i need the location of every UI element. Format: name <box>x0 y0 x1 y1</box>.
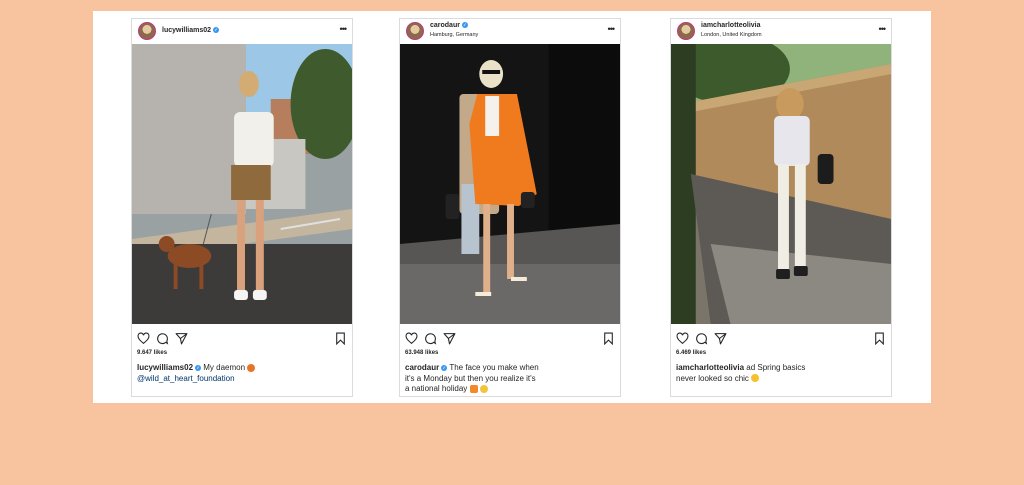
caption-text: ad Spring basics <box>744 363 806 372</box>
location[interactable]: London, United Kingdom <box>701 32 762 38</box>
caption-text: My daemon <box>201 363 248 372</box>
post-header: iamcharlotteolivia London, United Kingdo… <box>671 19 891 45</box>
post-photo[interactable] <box>400 44 620 324</box>
avatar[interactable] <box>406 22 424 40</box>
street-photo-woman-with-dog <box>132 44 352 324</box>
caption: iamcharlotteolivia ad Spring basics neve… <box>676 363 888 384</box>
grimacing-face-emoji-icon <box>479 384 488 393</box>
like-count[interactable]: 63.948 likes <box>405 350 438 356</box>
more-options-icon[interactable]: ••• <box>879 25 887 34</box>
post-actions <box>405 332 615 346</box>
username-text[interactable]: carodaur <box>430 22 460 29</box>
username-text[interactable]: iamcharlotteolivia <box>701 22 761 29</box>
avatar[interactable] <box>138 22 156 40</box>
comment-icon[interactable] <box>424 332 437 345</box>
like-count[interactable]: 6.469 likes <box>676 350 706 356</box>
share-icon[interactable] <box>443 332 456 345</box>
caption: lucywilliams02 ✓ My daemon @wild_at_heart… <box>137 363 349 384</box>
instagram-post: carodaur ✓ Hamburg, Germany ••• 63.948 l… <box>399 18 621 397</box>
caption-username[interactable]: lucywilliams02 <box>137 363 193 372</box>
caption-mention[interactable]: @wild_at_heart_foundation <box>137 374 235 383</box>
caption: carodaur ✓ The face you make when it's a … <box>405 363 617 395</box>
sun-emoji-icon <box>751 374 760 383</box>
bookmark-icon[interactable] <box>334 332 347 345</box>
comment-icon[interactable] <box>156 332 169 345</box>
collage-board: lucywilliams02 ✓ ••• 9.647 likes lucywil… <box>93 11 931 403</box>
caption-username[interactable]: iamcharlotteolivia <box>676 363 744 372</box>
post-photo[interactable] <box>132 44 352 324</box>
username[interactable]: iamcharlotteolivia <box>701 22 761 29</box>
verified-badge-icon: ✓ <box>213 27 220 34</box>
comment-icon[interactable] <box>695 332 708 345</box>
post-actions <box>137 332 347 346</box>
bookmark-icon[interactable] <box>873 332 886 345</box>
caption-line: never looked so chic <box>676 373 752 383</box>
orange-heart-emoji-icon <box>469 384 478 393</box>
more-options-icon[interactable]: ••• <box>608 25 616 34</box>
avatar[interactable] <box>677 22 695 40</box>
username[interactable]: lucywilliams02 ✓ <box>162 27 220 34</box>
caption-username[interactable]: carodaur <box>405 363 439 372</box>
post-actions <box>676 332 886 346</box>
share-icon[interactable] <box>175 332 188 345</box>
street-photo-woman-orange-blazer <box>400 44 620 324</box>
verified-badge-icon: ✓ <box>461 22 468 29</box>
post-photo[interactable] <box>671 44 891 324</box>
instagram-post: iamcharlotteolivia London, United Kingdo… <box>670 18 892 397</box>
like-heart-icon[interactable] <box>137 332 150 345</box>
share-icon[interactable] <box>714 332 727 345</box>
post-header: lucywilliams02 ✓ ••• <box>132 19 352 45</box>
location[interactable]: Hamburg, Germany <box>430 32 478 38</box>
post-header: carodaur ✓ Hamburg, Germany ••• <box>400 19 620 45</box>
street-photo-woman-white-outfit <box>671 44 891 324</box>
bookmark-icon[interactable] <box>602 332 615 345</box>
like-count[interactable]: 9.647 likes <box>137 350 167 356</box>
like-heart-icon[interactable] <box>405 332 418 345</box>
caption-line: a national holiday <box>405 384 470 393</box>
more-options-icon[interactable]: ••• <box>340 25 348 34</box>
like-heart-icon[interactable] <box>676 332 689 345</box>
fox-emoji-icon <box>247 363 256 372</box>
caption-line: it's a Monday but then you realize it's <box>405 373 536 383</box>
username[interactable]: carodaur ✓ <box>430 22 468 29</box>
caption-text: The face you make when <box>447 363 539 372</box>
username-text[interactable]: lucywilliams02 <box>162 27 211 34</box>
instagram-post: lucywilliams02 ✓ ••• 9.647 likes lucywil… <box>131 18 353 397</box>
